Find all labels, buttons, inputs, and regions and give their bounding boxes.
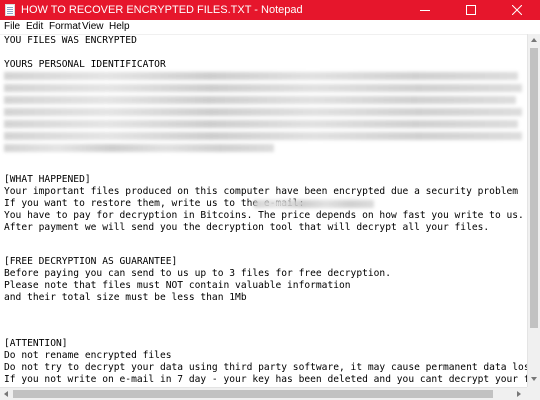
horizontal-scrollbar[interactable] xyxy=(0,387,527,400)
free-decryption-line-1: Before paying you can send to us up to 3… xyxy=(4,268,391,279)
free-decryption-heading: [FREE DECRYPTION AS GUARANTEE] xyxy=(4,256,178,267)
horizontal-scroll-thumb[interactable] xyxy=(13,390,493,398)
window-title: HOW TO RECOVER ENCRYPTED FILES.TXT - Not… xyxy=(21,4,303,16)
menu-edit[interactable]: Edit xyxy=(26,20,43,34)
scrollbar-corner xyxy=(527,387,540,400)
vertical-scroll-thumb[interactable] xyxy=(530,48,538,328)
text-editor-area[interactable]: YOU FILES WAS ENCRYPTED YOURS PERSONAL I… xyxy=(0,34,527,387)
scroll-up-icon[interactable] xyxy=(531,38,537,42)
menu-format[interactable]: Format xyxy=(49,20,81,34)
menu-bar: File Edit Format View Help xyxy=(0,20,540,34)
free-decryption-line-2: Please note that files must NOT contain … xyxy=(4,280,351,291)
close-icon xyxy=(512,5,522,15)
attention-heading: [ATTENTION] xyxy=(4,338,68,349)
what-happened-line-3: You have to pay for decryption in Bitcoi… xyxy=(4,210,524,221)
notepad-window: HOW TO RECOVER ENCRYPTED FILES.TXT - Not… xyxy=(0,0,540,400)
maximize-button[interactable] xyxy=(448,0,494,20)
free-decryption-line-3: and their total size must be less than 1… xyxy=(4,292,247,303)
attention-line-3: If you not write on e-mail in 7 day - yo… xyxy=(4,374,527,385)
what-happened-heading: [WHAT HAPPENED] xyxy=(4,174,91,185)
what-happened-line-4: After payment we will send you the decry… xyxy=(4,222,490,233)
maximize-icon xyxy=(466,5,476,15)
redacted-email xyxy=(254,200,374,208)
attention-line-1: Do not rename encrypted files xyxy=(4,350,172,361)
scroll-left-icon[interactable] xyxy=(4,391,8,397)
scroll-down-icon[interactable] xyxy=(531,377,537,381)
minimize-icon xyxy=(420,10,430,11)
notepad-icon[interactable] xyxy=(5,4,15,16)
scroll-right-icon[interactable] xyxy=(517,391,521,397)
title-bar[interactable]: HOW TO RECOVER ENCRYPTED FILES.TXT - Not… xyxy=(0,0,540,20)
ransom-heading: YOU FILES WAS ENCRYPTED xyxy=(4,35,137,46)
menu-view[interactable]: View xyxy=(82,20,104,34)
what-happened-line-1: Your important files produced on this co… xyxy=(4,186,519,197)
vertical-scrollbar[interactable] xyxy=(527,34,540,387)
close-button[interactable] xyxy=(494,0,540,20)
attention-line-2: Do not try to decrypt your data using th… xyxy=(4,362,527,373)
minimize-button[interactable] xyxy=(402,0,448,20)
menu-help[interactable]: Help xyxy=(109,20,130,34)
menu-file[interactable]: File xyxy=(4,20,20,34)
identifier-heading: YOURS PERSONAL IDENTIFICATOR xyxy=(4,59,166,70)
